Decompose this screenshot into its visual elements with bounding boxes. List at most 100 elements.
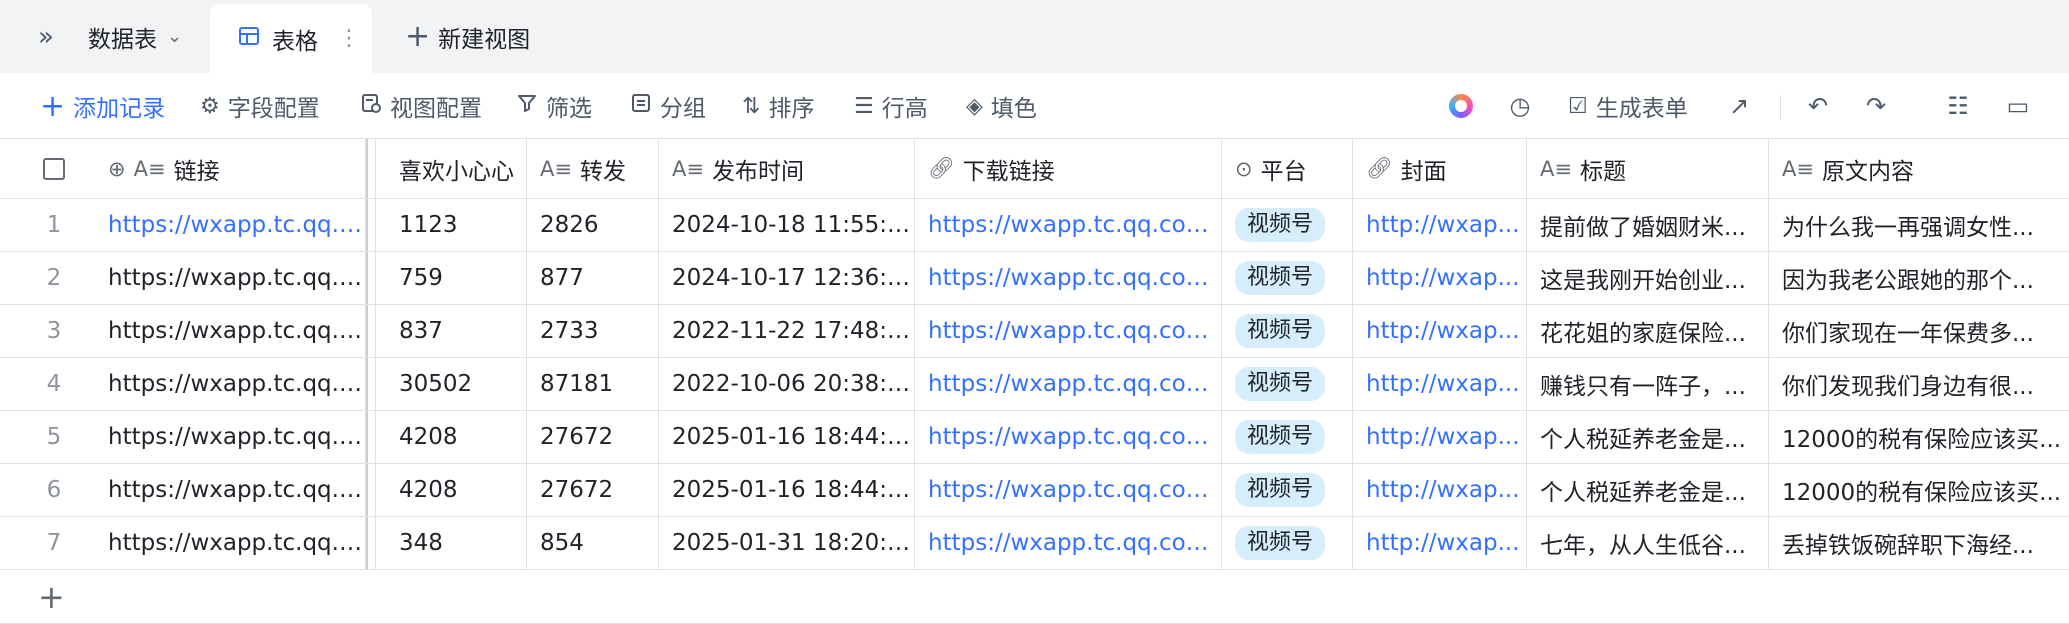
history-button[interactable]: ◷ <box>1502 73 1538 139</box>
cell-download-link[interactable]: https://wxapp.tc.qq.com/... <box>915 464 1222 516</box>
cell-forwards[interactable]: 87181 <box>527 358 659 410</box>
filter-button[interactable]: 筛选 <box>516 73 592 139</box>
cell-download-link[interactable]: https://wxapp.tc.qq.com/... <box>915 199 1222 251</box>
cell-original[interactable]: 为什么我一再强调女性... <box>1769 199 2069 251</box>
table-selector[interactable]: 数据表 ⌄ <box>88 0 182 73</box>
cell-publish-time[interactable]: 2022-11-22 17:48:30 <box>659 305 915 357</box>
column-header-original[interactable]: A≡ 原文内容 <box>1769 139 2069 198</box>
cell-cover[interactable]: http://wxap... <box>1353 305 1527 357</box>
group-button[interactable]: 分组 <box>630 73 706 139</box>
cell-link[interactable]: https://wxapp.tc.qq.c... <box>96 252 366 304</box>
cell-original[interactable]: 你们家现在一年保费多... <box>1769 305 2069 357</box>
cell-download-link[interactable]: https://wxapp.tc.qq.com/... <box>915 411 1222 463</box>
cell-publish-time[interactable]: 2024-10-17 12:36:01 <box>659 252 915 304</box>
view-config-button[interactable]: 视图配置 <box>360 73 482 139</box>
cell-download-link[interactable]: https://wxapp.tc.qq.com/... <box>915 305 1222 357</box>
cell-download-link[interactable]: https://wxapp.tc.qq.com/... <box>915 252 1222 304</box>
cell-cover[interactable]: http://wxap... <box>1353 358 1527 410</box>
cell-original[interactable]: 12000的税有保险应该买... <box>1769 411 2069 463</box>
table-row[interactable]: 6 https://wxapp.tc.qq.c... 4208 27672 20… <box>0 464 2069 517</box>
field-config-button[interactable]: ⚙ 字段配置 <box>200 73 320 139</box>
cell-original[interactable]: 丢掉铁饭碗辞职下海经... <box>1769 517 2069 569</box>
cell-likes[interactable]: 348 <box>386 517 527 569</box>
cell-link[interactable]: https://wxapp.tc.qq.c... <box>96 358 366 410</box>
cell-link[interactable]: https://wxapp.tc.qq.c... <box>96 199 366 251</box>
cell-original[interactable]: 你们发现我们身边有很... <box>1769 358 2069 410</box>
cell-title[interactable]: 提前做了婚姻财米... <box>1527 199 1769 251</box>
table-row[interactable]: 1 https://wxapp.tc.qq.c... 1123 2826 202… <box>0 199 2069 252</box>
select-all-cell[interactable] <box>0 139 108 198</box>
column-header-cover[interactable]: 🔗︎ 封面 <box>1353 139 1527 198</box>
cell-likes[interactable]: 4208 <box>386 464 527 516</box>
cell-cover[interactable]: http://wxap... <box>1353 252 1527 304</box>
new-view-button[interactable]: + 新建视图 <box>405 0 530 73</box>
column-header-publish-time[interactable]: A≡ 发布时间 <box>659 139 915 198</box>
cell-original[interactable]: 12000的税有保险应该买... <box>1769 464 2069 516</box>
select-all-checkbox[interactable] <box>43 157 65 180</box>
cell-forwards[interactable]: 877 <box>527 252 659 304</box>
cell-likes[interactable]: 837 <box>386 305 527 357</box>
table-row[interactable]: 5 https://wxapp.tc.qq.c... 4208 27672 20… <box>0 411 2069 464</box>
tab-grid-view[interactable]: 表格 ⋮ <box>210 4 372 73</box>
redo-button[interactable]: ↷ <box>1858 73 1894 139</box>
comment-button[interactable]: ▭ <box>2000 73 2036 139</box>
row-height-button[interactable]: ☰ 行高 <box>854 73 928 139</box>
sort-button[interactable]: ⇅ 排序 <box>742 73 814 139</box>
cell-title[interactable]: 赚钱只有一阵子，... <box>1527 358 1769 410</box>
search-button[interactable]: ☷ <box>1940 73 1976 139</box>
table-row[interactable]: 7 https://wxapp.tc.qq.c... 348 854 2025-… <box>0 517 2069 570</box>
cell-title[interactable]: 个人税延养老金是... <box>1527 411 1769 463</box>
share-button[interactable]: ↗ <box>1721 73 1757 139</box>
cell-likes[interactable]: 4208 <box>386 411 527 463</box>
add-record-button[interactable]: + 添加记录 <box>40 73 165 139</box>
cell-link[interactable]: https://wxapp.tc.qq.c... <box>96 517 366 569</box>
cell-link[interactable]: https://wxapp.tc.qq.c... <box>96 411 366 463</box>
cell-title[interactable]: 个人税延养老金是... <box>1527 464 1769 516</box>
cell-publish-time[interactable]: 2024-10-18 11:55:01 <box>659 199 915 251</box>
cell-platform[interactable]: 视频号 <box>1222 464 1353 516</box>
frozen-column-divider[interactable] <box>366 139 376 198</box>
cell-forwards[interactable]: 27672 <box>527 464 659 516</box>
cell-cover[interactable]: http://wxap... <box>1353 464 1527 516</box>
column-header-title[interactable]: A≡ 标题 <box>1527 139 1769 198</box>
cell-platform[interactable]: 视频号 <box>1222 305 1353 357</box>
table-row[interactable]: 3 https://wxapp.tc.qq.c... 837 2733 2022… <box>0 305 2069 358</box>
cell-forwards[interactable]: 2826 <box>527 199 659 251</box>
table-row[interactable]: 4 https://wxapp.tc.qq.c... 30502 87181 2… <box>0 358 2069 411</box>
cell-title[interactable]: 花花姐的家庭保险... <box>1527 305 1769 357</box>
cell-likes[interactable]: 1123 <box>386 199 527 251</box>
cell-forwards[interactable]: 27672 <box>527 411 659 463</box>
cell-publish-time[interactable]: 2022-10-06 20:38:27 <box>659 358 915 410</box>
fill-color-button[interactable]: ◈ 填色 <box>966 73 1037 139</box>
cell-platform[interactable]: 视频号 <box>1222 517 1353 569</box>
cell-download-link[interactable]: https://wxapp.tc.qq.com/... <box>915 517 1222 569</box>
cell-title[interactable]: 七年，从人生低谷... <box>1527 517 1769 569</box>
cell-link[interactable]: https://wxapp.tc.qq.c... <box>96 464 366 516</box>
ai-assistant-button[interactable] <box>1443 73 1479 139</box>
cell-platform[interactable]: 视频号 <box>1222 411 1353 463</box>
cell-platform[interactable]: 视频号 <box>1222 358 1353 410</box>
column-header-download-link[interactable]: 🔗︎ 下载链接 <box>915 139 1222 198</box>
cell-publish-time[interactable]: 2025-01-31 18:20:59 <box>659 517 915 569</box>
more-options-icon[interactable]: ⋮ <box>338 26 360 51</box>
cell-cover[interactable]: http://wxap... <box>1353 411 1527 463</box>
generate-form-button[interactable]: ☑ 生成表单 <box>1568 73 1688 139</box>
cell-title[interactable]: 这是我刚开始创业... <box>1527 252 1769 304</box>
cell-forwards[interactable]: 854 <box>527 517 659 569</box>
cell-publish-time[interactable]: 2025-01-16 18:44:15 <box>659 464 915 516</box>
cell-platform[interactable]: 视频号 <box>1222 199 1353 251</box>
cell-likes[interactable]: 759 <box>386 252 527 304</box>
column-header-forwards[interactable]: A≡ 转发 <box>527 139 659 198</box>
cell-platform[interactable]: 视频号 <box>1222 252 1353 304</box>
cell-likes[interactable]: 30502 <box>386 358 527 410</box>
cell-link[interactable]: https://wxapp.tc.qq.c... <box>96 305 366 357</box>
table-row[interactable]: 2 https://wxapp.tc.qq.c... 759 877 2024-… <box>0 252 2069 305</box>
cell-original[interactable]: 因为我老公跟她的那个... <box>1769 252 2069 304</box>
add-row-button[interactable]: + <box>0 571 2069 624</box>
column-header-likes[interactable]: 喜欢小心心 <box>386 139 527 198</box>
cell-publish-time[interactable]: 2025-01-16 18:44:15 <box>659 411 915 463</box>
cell-cover[interactable]: http://wxap... <box>1353 517 1527 569</box>
column-header-platform[interactable]: ⊙ 平台 <box>1222 139 1353 198</box>
column-header-link[interactable]: ⊕ A≡ 链接 <box>96 139 366 198</box>
cell-download-link[interactable]: https://wxapp.tc.qq.com/... <box>915 358 1222 410</box>
